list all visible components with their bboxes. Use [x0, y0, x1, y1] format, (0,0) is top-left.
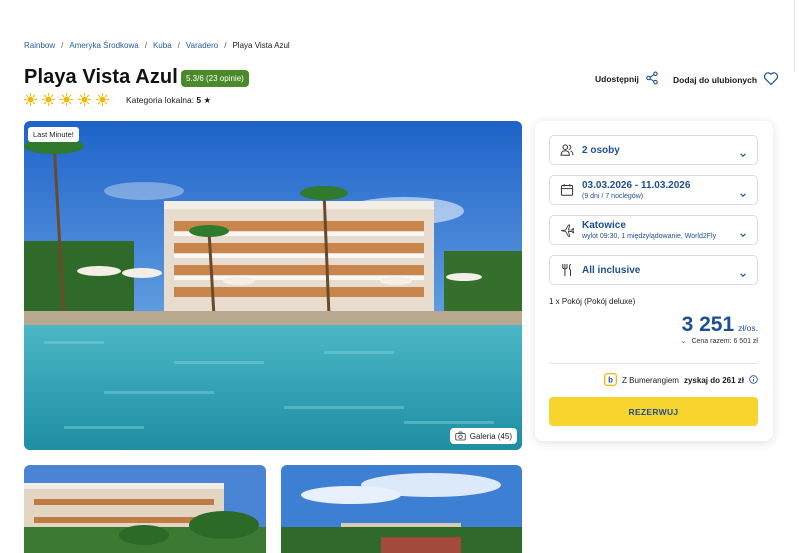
bumerang-logo-icon: b [604, 373, 618, 388]
sun-icon [78, 93, 91, 106]
bumerang-prefix: Z Bumerangiem [622, 376, 679, 385]
page-title: Playa Vista Azul [24, 66, 178, 88]
total-price[interactable]: ⌄ Cena razem: 6 501 zł [681, 337, 758, 345]
info-icon[interactable] [749, 375, 758, 386]
share-icon [645, 71, 659, 87]
users-icon [560, 143, 574, 157]
breadcrumb-link-rainbow[interactable]: Rainbow [24, 41, 55, 50]
last-minute-badge: Last Minute! [28, 127, 79, 142]
reserve-button[interactable]: REZERWUJ [549, 397, 758, 426]
local-category: Kategoria lokalna: 5 ★ [126, 95, 211, 106]
dates-value: 03.03.2026 - 11.03.2026 [582, 180, 691, 191]
divider [549, 363, 758, 364]
share-label: Udostępnij [595, 74, 639, 84]
breadcrumb-current: Playa Vista Azul [232, 41, 290, 50]
local-category-label: Kategoria lokalna: [126, 95, 195, 105]
departure-city: Katowice [582, 220, 626, 231]
gallery-thumbnail[interactable] [281, 465, 522, 553]
plane-icon [560, 223, 575, 237]
cutlery-icon [560, 263, 574, 277]
room-info: 1 x Pokój (Pokój deluxe) [549, 297, 636, 306]
chevron-down-icon [739, 266, 747, 277]
breadcrumb-separator: / [61, 41, 64, 50]
favorite-button[interactable]: Dodaj do ulubionych [673, 71, 779, 88]
sun-icon [24, 93, 37, 106]
scrollbar[interactable] [794, 0, 800, 72]
hotel-stars [24, 93, 109, 106]
chevron-down-icon [739, 186, 747, 197]
price: 3 251 zł/os. [682, 313, 758, 337]
departure-details: wylot 09:30, 1 międzylądowanie, World2Fl… [582, 233, 717, 240]
breadcrumb-link-region[interactable]: Ameryka Środkowa [69, 41, 138, 50]
booking-panel: 2 osoby 03.03.2026 - 11.03.2026 (9 dni /… [535, 121, 773, 441]
price-value: 3 251 [681, 313, 735, 336]
breadcrumb: Rainbow / Ameryka Środkowa / Kuba / Vara… [24, 41, 290, 50]
persons-value: 2 osoby [582, 145, 620, 156]
hero-photo[interactable]: Last Minute! Galeria (45) [24, 121, 522, 450]
svg-text:b: b [608, 375, 613, 384]
sun-icon [60, 93, 73, 106]
sun-icon [42, 93, 55, 106]
star-icon: ★ [203, 95, 212, 105]
chevron-down-icon [739, 146, 747, 157]
share-button[interactable]: Udostępnij [595, 71, 659, 87]
calendar-icon [560, 183, 574, 197]
persons-select[interactable]: 2 osoby [549, 135, 758, 165]
heart-icon [763, 71, 779, 88]
chevron-down-icon: ⌄ [680, 338, 687, 345]
gallery-label: Galeria (45) [469, 431, 512, 441]
camera-icon [455, 431, 466, 441]
bumerang-info: b Z Bumerangiem zyskaj do 261 zł [604, 373, 758, 388]
departure-select[interactable]: Katowice wylot 09:30, 1 międzylądowanie,… [549, 215, 758, 245]
dates-duration: (9 dni / 7 noclegów) [582, 193, 644, 200]
price-unit: zł/os. [738, 323, 758, 333]
dates-select[interactable]: 03.03.2026 - 11.03.2026 (9 dni / 7 nocle… [549, 175, 758, 205]
total-price-label: Cena razem: 6 501 zł [691, 338, 758, 345]
gallery-button[interactable]: Galeria (45) [449, 428, 517, 444]
sun-icon [96, 93, 109, 106]
rating-badge[interactable]: 5.3/6 (23 opinie) [181, 70, 249, 87]
breadcrumb-link-city[interactable]: Varadero [186, 41, 218, 50]
gallery-thumbnail[interactable] [24, 465, 266, 553]
chevron-down-icon [739, 226, 747, 237]
board-select[interactable]: All inclusive [549, 255, 758, 285]
breadcrumb-separator: / [144, 41, 147, 50]
board-value: All inclusive [582, 265, 641, 276]
breadcrumb-separator: / [177, 41, 180, 50]
favorite-label: Dodaj do ulubionych [673, 74, 758, 85]
bumerang-value: zyskaj do 261 zł [683, 376, 744, 385]
local-category-value: 5 [196, 95, 202, 105]
breadcrumb-separator: / [224, 41, 227, 50]
breadcrumb-link-country[interactable]: Kuba [153, 41, 172, 50]
